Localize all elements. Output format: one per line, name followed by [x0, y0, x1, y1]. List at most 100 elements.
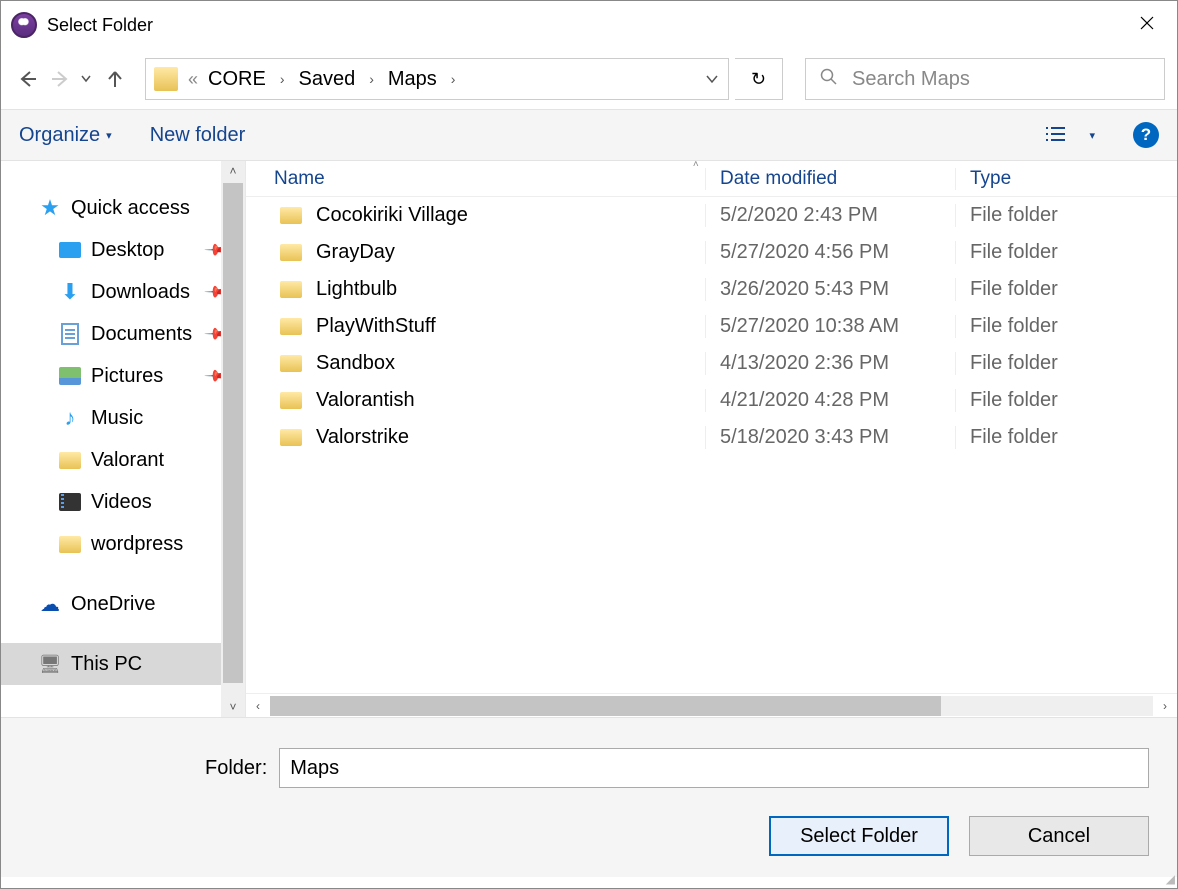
organize-button[interactable]: Organize ▾: [19, 124, 112, 147]
help-button[interactable]: ?: [1133, 122, 1159, 148]
resize-grip-icon[interactable]: ◢: [1166, 872, 1175, 886]
folder-row: Folder:: [205, 748, 1153, 788]
file-type: File folder: [956, 278, 1177, 301]
table-row[interactable]: Valorstrike5/18/2020 3:43 PMFile folder: [246, 419, 1177, 456]
back-button[interactable]: [13, 65, 41, 93]
close-button[interactable]: [1127, 16, 1167, 35]
breadcrumb-maps[interactable]: Maps: [384, 68, 441, 91]
arrow-left-icon: [16, 68, 38, 90]
refresh-button[interactable]: ↻: [735, 58, 783, 100]
folder-icon: [280, 281, 302, 298]
sidebar-item-documents[interactable]: Documents 📌: [1, 313, 245, 355]
file-name: Cocokiriki Village: [316, 204, 468, 227]
file-name: GrayDay: [316, 241, 395, 264]
file-type: File folder: [956, 315, 1177, 338]
sidebar-item-label: Pictures: [91, 365, 163, 388]
titlebar: Select Folder: [1, 1, 1177, 49]
sidebar-item-quick-access[interactable]: ★ Quick access: [1, 187, 245, 229]
address-dropdown[interactable]: [696, 71, 728, 87]
file-date: 5/27/2020 10:38 AM: [706, 315, 956, 338]
sidebar-item-onedrive[interactable]: ☁ OneDrive: [1, 583, 245, 625]
table-row[interactable]: PlayWithStuff 5/27/2020 10:38 AMFile fold…: [246, 308, 1177, 345]
select-folder-button[interactable]: Select Folder: [769, 816, 949, 856]
column-header-type[interactable]: Type: [956, 168, 1177, 190]
table-row[interactable]: Sandbox4/13/2020 2:36 PMFile folder: [246, 345, 1177, 382]
sidebar-item-this-pc[interactable]: 🖥 This PC: [1, 643, 245, 685]
breadcrumb-core[interactable]: CORE: [204, 68, 270, 91]
breadcrumb-prefix: «: [186, 69, 204, 90]
folder-label: Folder:: [205, 757, 267, 780]
scroll-left-icon[interactable]: ‹: [246, 699, 270, 713]
search-box[interactable]: [805, 58, 1165, 100]
arrow-right-icon: [50, 68, 72, 90]
sidebar-item-label: Videos: [91, 491, 152, 514]
sort-caret-icon: ˄: [693, 159, 699, 170]
folder-icon: [280, 244, 302, 261]
pc-icon: 🖥: [39, 653, 61, 675]
sidebar-item-label: Valorant: [91, 449, 164, 472]
cancel-label: Cancel: [1028, 825, 1090, 848]
nav-row: « CORE › Saved › Maps › ↻: [1, 49, 1177, 109]
scroll-down-icon[interactable]: ˅: [229, 697, 236, 717]
scroll-thumb[interactable]: [270, 696, 941, 716]
table-row[interactable]: GrayDay5/27/2020 4:56 PMFile folder: [246, 234, 1177, 271]
arrow-up-icon: [105, 69, 125, 89]
sidebar-item-valorant[interactable]: Valorant: [1, 439, 245, 481]
refresh-icon: ↻: [751, 69, 766, 90]
folder-input[interactable]: [279, 748, 1149, 788]
music-icon: ♪: [59, 407, 81, 429]
file-name: PlayWithStuff: [316, 315, 436, 338]
sidebar-item-downloads[interactable]: ⬇ Downloads 📌: [1, 271, 245, 313]
sidebar-item-videos[interactable]: Videos: [1, 481, 245, 523]
search-icon: [820, 68, 838, 91]
horizontal-scrollbar[interactable]: ‹ ›: [246, 693, 1177, 717]
file-type: File folder: [956, 426, 1177, 449]
close-icon: [1140, 16, 1154, 30]
sidebar-item-desktop[interactable]: Desktop 📌: [1, 229, 245, 271]
new-folder-button[interactable]: New folder: [150, 124, 246, 147]
chevron-right-icon[interactable]: ›: [441, 71, 466, 87]
column-header-date[interactable]: Date modified: [706, 168, 956, 190]
help-icon: ?: [1141, 125, 1151, 145]
file-date: 4/13/2020 2:36 PM: [706, 352, 956, 375]
bottom-panel: Folder: Select Folder Cancel: [1, 717, 1177, 877]
sidebar-item-label: wordpress: [91, 533, 183, 556]
document-icon: [61, 323, 79, 345]
folder-icon: [59, 452, 81, 469]
file-type: File folder: [956, 241, 1177, 264]
address-bar[interactable]: « CORE › Saved › Maps ›: [145, 58, 729, 100]
sidebar-item-pictures[interactable]: Pictures 📌: [1, 355, 245, 397]
file-name: Lightbulb: [316, 278, 397, 301]
breadcrumb-saved[interactable]: Saved: [294, 68, 359, 91]
folder-icon: [59, 536, 81, 553]
video-icon: [59, 493, 81, 511]
scroll-up-icon[interactable]: ˄: [229, 161, 236, 181]
sidebar-item-label: Music: [91, 407, 143, 430]
scroll-right-icon[interactable]: ›: [1153, 699, 1177, 713]
column-header-name[interactable]: Name: [246, 168, 706, 190]
select-folder-label: Select Folder: [800, 825, 918, 848]
sidebar-item-wordpress[interactable]: wordpress: [1, 523, 245, 565]
sidebar-scrollbar[interactable]: ˄ ˅: [221, 161, 245, 717]
table-row[interactable]: Cocokiriki Village5/2/2020 2:43 PMFile f…: [246, 197, 1177, 234]
scroll-thumb[interactable]: [223, 183, 243, 683]
sidebar-item-label: Desktop: [91, 239, 164, 262]
chevron-right-icon[interactable]: ›: [270, 71, 295, 87]
app-icon: [11, 12, 37, 38]
up-button[interactable]: [101, 65, 129, 93]
chevron-down-icon: [81, 75, 91, 83]
chevron-right-icon[interactable]: ›: [359, 71, 384, 87]
view-options-button[interactable]: ▾: [1045, 125, 1095, 145]
cloud-icon: ☁: [39, 593, 61, 615]
file-date: 5/2/2020 2:43 PM: [706, 204, 956, 227]
sidebar-item-label: OneDrive: [71, 593, 155, 616]
cancel-button[interactable]: Cancel: [969, 816, 1149, 856]
recent-locations-button[interactable]: [81, 72, 95, 86]
search-input[interactable]: [852, 68, 1150, 91]
table-row[interactable]: Lightbulb 3/26/2020 5:43 PMFile folder: [246, 271, 1177, 308]
forward-button[interactable]: [47, 65, 75, 93]
table-row[interactable]: Valorantish4/21/2020 4:28 PMFile folder: [246, 382, 1177, 419]
folder-icon: [280, 429, 302, 446]
file-date: 3/26/2020 5:43 PM: [706, 278, 956, 301]
sidebar-item-music[interactable]: ♪ Music: [1, 397, 245, 439]
